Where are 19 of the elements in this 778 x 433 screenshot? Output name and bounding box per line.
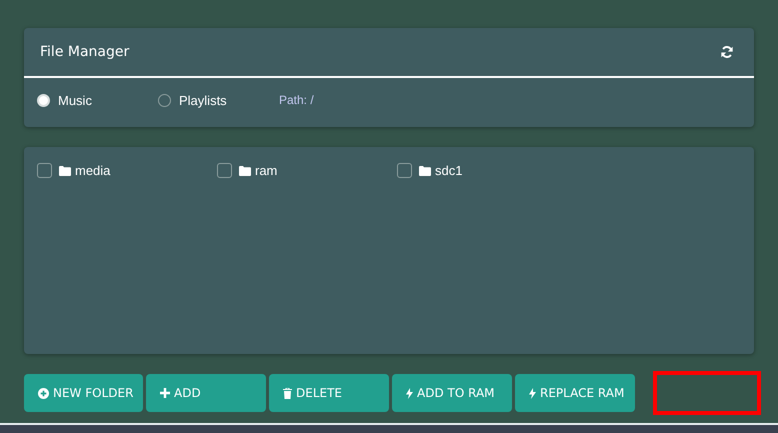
folder-name[interactable]: sdc1	[435, 163, 462, 178]
refresh-icon[interactable]	[720, 45, 734, 59]
folder-name[interactable]: media	[75, 163, 110, 178]
bolt-icon	[529, 388, 536, 398]
plus-icon	[160, 388, 170, 398]
folder-icon	[59, 166, 71, 176]
folder-icon	[419, 166, 431, 176]
trash-icon	[283, 388, 292, 398]
folder-icon	[239, 166, 251, 176]
checkbox[interactable]	[397, 163, 412, 178]
folder-name[interactable]: ram	[255, 163, 278, 178]
panel-title: File Manager	[40, 44, 130, 60]
checkbox[interactable]	[37, 163, 52, 178]
checkbox[interactable]	[217, 163, 232, 178]
source-radio[interactable]: Music	[37, 92, 158, 108]
path-label: Path: /	[279, 93, 314, 107]
source-radio[interactable]: Playlists	[158, 92, 279, 108]
bolt-icon	[406, 388, 413, 398]
plus-circle-icon	[38, 388, 49, 398]
